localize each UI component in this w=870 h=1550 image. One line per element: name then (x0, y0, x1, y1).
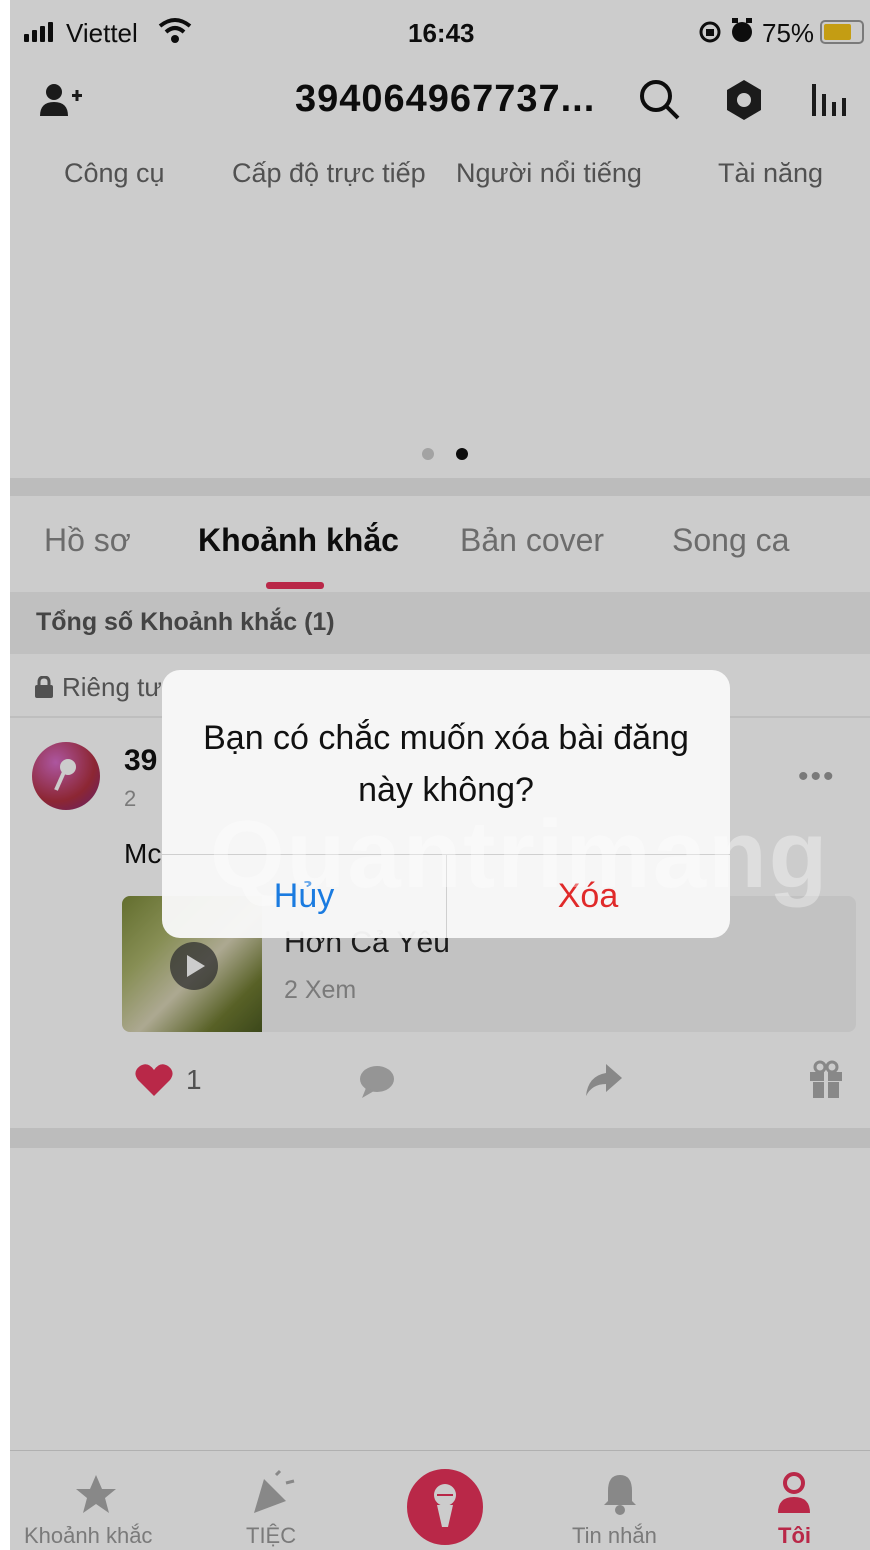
watermark: Quantrimang (210, 801, 830, 908)
app-screen: Viettel 16:43 75% 394064967737... Công c… (10, 0, 870, 1550)
